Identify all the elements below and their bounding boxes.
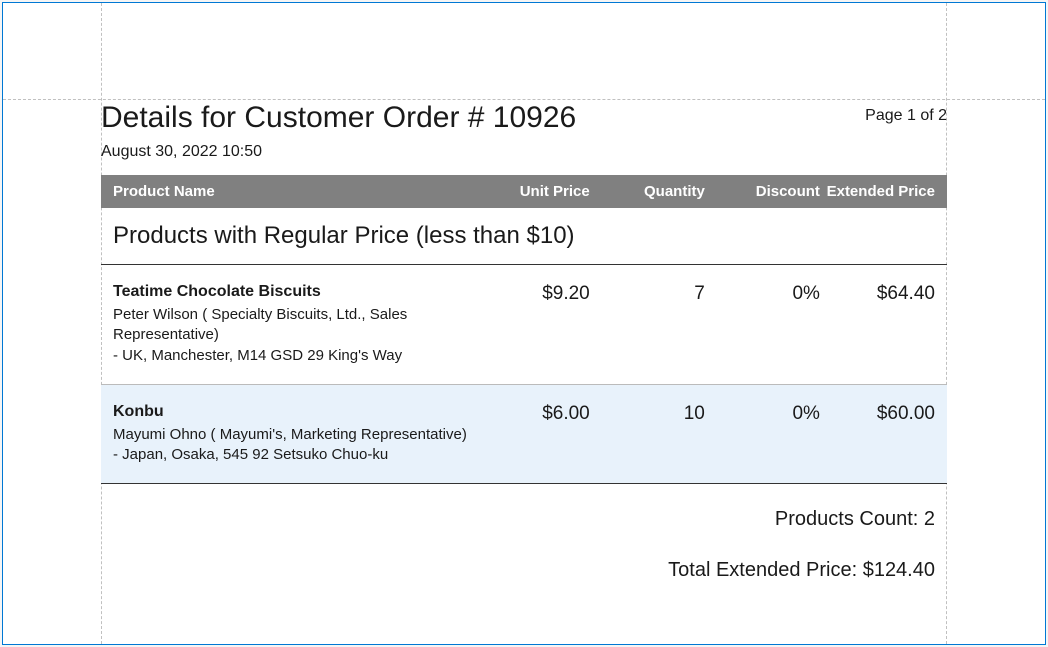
report-date: August 30, 2022 10:50	[101, 143, 947, 161]
col-product-name: Product Name	[113, 183, 475, 200]
col-quantity: Quantity	[590, 183, 705, 200]
table-row: Teatime Chocolate Biscuits Peter Wilson …	[101, 265, 947, 385]
extended-cell: $60.00	[820, 403, 935, 425]
quantity-cell: 10	[590, 403, 705, 425]
product-contact: Mayumi Ohno ( Mayumi's, Marketing Repres…	[113, 425, 475, 445]
report-page: Details for Customer Order # 10926 Page …	[2, 2, 1046, 645]
quantity-cell: 7	[590, 283, 705, 305]
product-address: - UK, Manchester, M14 GSD 29 King's Way	[113, 346, 475, 366]
table-header: Product Name Unit Price Quantity Discoun…	[101, 175, 947, 208]
total-extended-price: Total Extended Price: $124.40	[101, 559, 935, 582]
col-discount: Discount	[705, 183, 820, 200]
product-cell: Konbu Mayumi Ohno ( Mayumi's, Marketing …	[113, 403, 475, 466]
report-content: Details for Customer Order # 10926 Page …	[101, 101, 947, 644]
discount-cell: 0%	[705, 283, 820, 305]
summary-block: Products Count: 2 Total Extended Price: …	[101, 484, 947, 582]
product-name: Konbu	[113, 403, 475, 421]
discount-cell: 0%	[705, 403, 820, 425]
report-title: Details for Customer Order # 10926	[101, 101, 576, 135]
product-address: - Japan, Osaka, 545 92 Setsuko Chuo-ku	[113, 445, 475, 465]
group-header: Products with Regular Price (less than $…	[101, 208, 947, 264]
product-name: Teatime Chocolate Biscuits	[113, 283, 475, 301]
page-indicator: Page 1 of 2	[865, 101, 947, 125]
margin-guide-top	[3, 99, 1045, 100]
unit-price-cell: $9.20	[475, 283, 590, 305]
product-contact: Peter Wilson ( Specialty Biscuits, Ltd.,…	[113, 305, 475, 346]
col-unit-price: Unit Price	[475, 183, 590, 200]
table-row: Konbu Mayumi Ohno ( Mayumi's, Marketing …	[101, 385, 947, 485]
unit-price-cell: $6.00	[475, 403, 590, 425]
extended-cell: $64.40	[820, 283, 935, 305]
col-extended-price: Extended Price	[820, 183, 935, 200]
products-count: Products Count: 2	[101, 508, 935, 531]
product-cell: Teatime Chocolate Biscuits Peter Wilson …	[113, 283, 475, 366]
